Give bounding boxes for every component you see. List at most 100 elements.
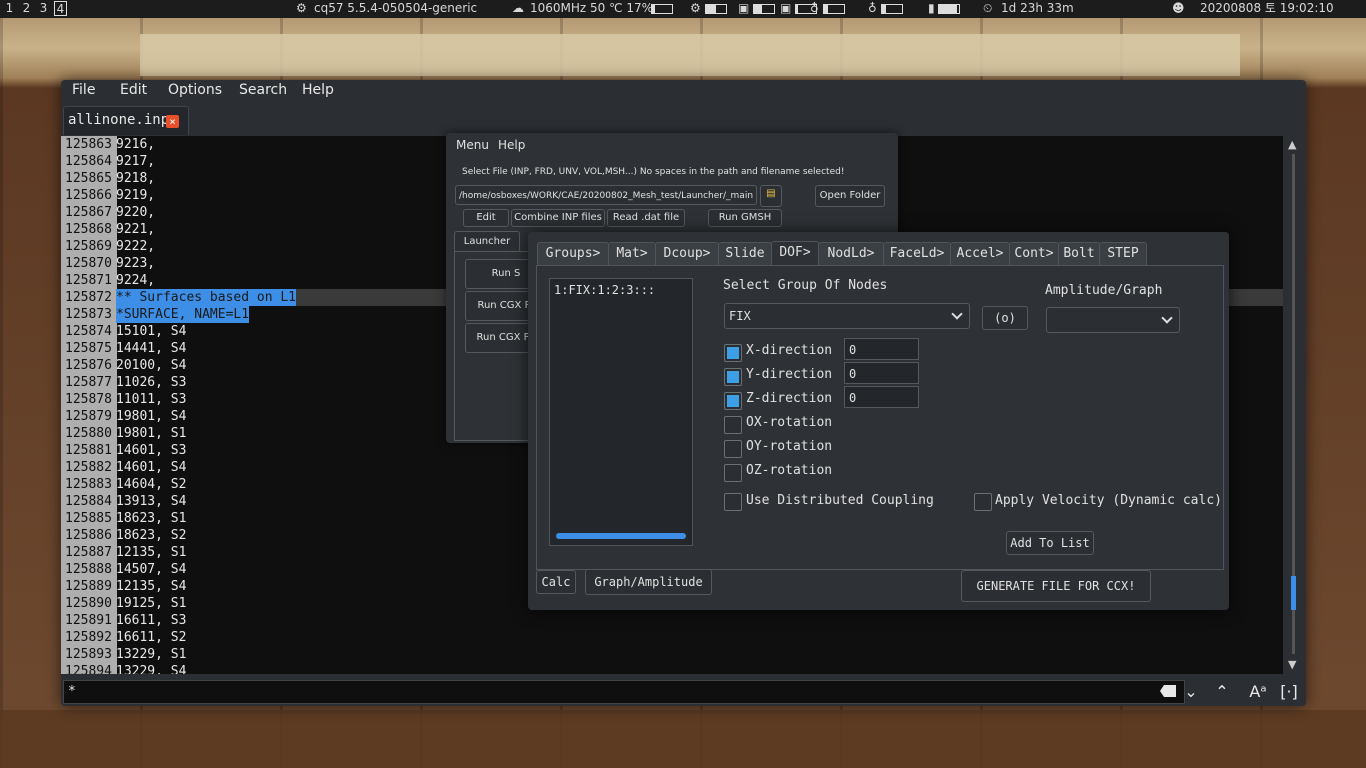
direction-label: Y-direction bbox=[746, 367, 833, 382]
line-number: 125894 bbox=[61, 663, 117, 674]
close-tab-icon[interactable]: × bbox=[166, 115, 179, 128]
tab-mat[interactable]: Mat> bbox=[608, 242, 656, 265]
use-distributed-checkbox[interactable] bbox=[724, 493, 742, 511]
cpu-icon: ☁ bbox=[512, 1, 524, 15]
menu-file[interactable]: File bbox=[72, 82, 95, 98]
workspace-1[interactable]: 1 bbox=[3, 1, 16, 16]
direction-checkbox[interactable] bbox=[724, 368, 742, 386]
line-number: 125877 bbox=[61, 374, 117, 391]
direction-value-input[interactable]: 0 bbox=[844, 362, 919, 384]
line-number: 125878 bbox=[61, 391, 117, 408]
read-dat-button[interactable]: Read .dat file bbox=[607, 209, 685, 227]
workspace-4[interactable]: 4 bbox=[54, 1, 67, 16]
calc-button[interactable]: Calc bbox=[536, 570, 576, 594]
tab-slide[interactable]: Slide bbox=[718, 242, 772, 265]
scroll-up-icon[interactable]: ▲ bbox=[1288, 138, 1296, 151]
generate-file-button[interactable]: GENERATE FILE FOR CCX! bbox=[961, 570, 1151, 602]
search-input[interactable]: * bbox=[63, 680, 1185, 704]
direction-value-input[interactable]: 0 bbox=[844, 338, 919, 360]
direction-label: X-direction bbox=[746, 343, 833, 358]
clock-icon: ⏲ bbox=[983, 1, 993, 15]
tab-dcoup[interactable]: Dcoup> bbox=[655, 242, 719, 265]
open-folder-button[interactable]: Open Folder bbox=[815, 185, 885, 207]
line-number: 125864 bbox=[61, 153, 117, 170]
direction-label: OZ-rotation bbox=[746, 463, 833, 478]
scroll-down-icon[interactable]: ▼ bbox=[1288, 658, 1296, 671]
run-gmsh-button[interactable]: Run GMSH bbox=[708, 209, 782, 227]
code-line[interactable]: 125893 13229, S1 bbox=[61, 646, 1283, 663]
use-distributed-label: Use Distributed Coupling bbox=[746, 493, 934, 508]
find-previous-icon[interactable]: ⌃ bbox=[1210, 680, 1234, 704]
line-number: 125866 bbox=[61, 187, 117, 204]
workspace-2[interactable]: 2 bbox=[20, 1, 33, 16]
tab-faceld[interactable]: FaceLd> bbox=[883, 242, 951, 265]
line-text: 20100, S4 bbox=[116, 358, 187, 373]
find-next-icon[interactable]: ⌄ bbox=[1179, 680, 1203, 704]
code-line[interactable]: 125894 13229, S4 bbox=[61, 663, 1283, 674]
tab-bolt[interactable]: Bolt bbox=[1058, 242, 1100, 265]
launcher-menu-menu[interactable]: Menu bbox=[456, 138, 489, 152]
match-case-icon[interactable]: Aᵃ bbox=[1246, 680, 1270, 704]
vertical-scrollbar[interactable]: ▲ ▼ bbox=[1283, 136, 1306, 674]
group-select[interactable]: FIX bbox=[724, 303, 970, 329]
wallpaper-wood bbox=[0, 710, 1366, 768]
tab-launcher[interactable]: Launcher bbox=[454, 231, 520, 252]
graph-amplitude-button[interactable]: Graph/Amplitude bbox=[585, 569, 712, 595]
line-text: 13229, S4 bbox=[116, 664, 187, 674]
clear-search-icon[interactable] bbox=[1160, 685, 1176, 697]
direction-checkbox[interactable] bbox=[724, 392, 742, 410]
list-scrollbar[interactable] bbox=[556, 533, 686, 539]
tab-accel[interactable]: Accel> bbox=[950, 242, 1010, 265]
code-line[interactable]: 125891 16611, S3 bbox=[61, 612, 1283, 629]
tab-nodld[interactable]: NodLd> bbox=[818, 242, 884, 265]
line-text: 14507, S4 bbox=[116, 562, 187, 577]
amplitude-select[interactable] bbox=[1046, 307, 1180, 333]
direction-checkbox[interactable] bbox=[724, 344, 742, 362]
tab-dof[interactable]: DOF> bbox=[771, 241, 819, 266]
group-select-value: FIX bbox=[729, 309, 751, 323]
o-button[interactable]: (o) bbox=[982, 306, 1028, 330]
line-number: 125873 bbox=[61, 306, 117, 323]
whole-word-icon[interactable]: [·] bbox=[1277, 680, 1301, 704]
apply-velocity-checkbox[interactable] bbox=[974, 493, 992, 511]
direction-checkbox[interactable] bbox=[724, 464, 742, 482]
line-number: 125888 bbox=[61, 561, 117, 578]
tab-cont[interactable]: Cont> bbox=[1009, 242, 1059, 265]
boundary-list-item[interactable]: 1:FIX:1:2:3::: bbox=[554, 283, 655, 297]
direction-checkbox[interactable] bbox=[724, 416, 742, 434]
combine-inp-button[interactable]: Combine INP files bbox=[511, 209, 605, 227]
folder-icon[interactable]: ▤ bbox=[760, 185, 782, 207]
line-number: 125889 bbox=[61, 578, 117, 595]
line-number: 125875 bbox=[61, 340, 117, 357]
line-text: 19801, S4 bbox=[116, 409, 187, 424]
line-text: 13913, S4 bbox=[116, 494, 187, 509]
direction-value-input[interactable]: 0 bbox=[844, 386, 919, 408]
line-number: 125870 bbox=[61, 255, 117, 272]
menu-edit[interactable]: Edit bbox=[120, 82, 147, 98]
menu-options[interactable]: Options bbox=[168, 82, 222, 98]
add-to-list-button[interactable]: Add To List bbox=[1006, 531, 1094, 555]
boundary-list[interactable]: 1:FIX:1:2:3::: bbox=[549, 278, 693, 546]
menu-search[interactable]: Search bbox=[239, 82, 287, 98]
tab-row: allinone.inp × bbox=[61, 104, 1306, 135]
workspace-3[interactable]: 3 bbox=[37, 1, 50, 16]
line-text: 9218, bbox=[116, 171, 156, 186]
chevron-down-icon bbox=[1161, 312, 1173, 324]
line-number: 125868 bbox=[61, 221, 117, 238]
battery-icon: ▮ bbox=[928, 1, 961, 16]
launcher-menu-help[interactable]: Help bbox=[498, 138, 525, 152]
direction-checkbox[interactable] bbox=[724, 440, 742, 458]
line-number: 125890 bbox=[61, 595, 117, 612]
line-number: 125871 bbox=[61, 272, 117, 289]
edit-button[interactable]: Edit bbox=[463, 209, 509, 227]
tab-step[interactable]: STEP bbox=[1099, 242, 1147, 265]
line-number: 125881 bbox=[61, 442, 117, 459]
menu-help[interactable]: Help bbox=[302, 82, 334, 98]
tab-groups[interactable]: Groups> bbox=[537, 242, 609, 265]
tab-allinone[interactable]: allinone.inp × bbox=[63, 106, 189, 135]
code-line[interactable]: 125892 16611, S2 bbox=[61, 629, 1283, 646]
line-text: 11011, S3 bbox=[116, 392, 187, 407]
file-path-input[interactable]: /home/osboxes/WORK/CAE/20200802_Mesh_tes… bbox=[455, 185, 757, 205]
scroll-thumb[interactable] bbox=[1291, 576, 1296, 610]
line-text: 14601, S4 bbox=[116, 460, 187, 475]
